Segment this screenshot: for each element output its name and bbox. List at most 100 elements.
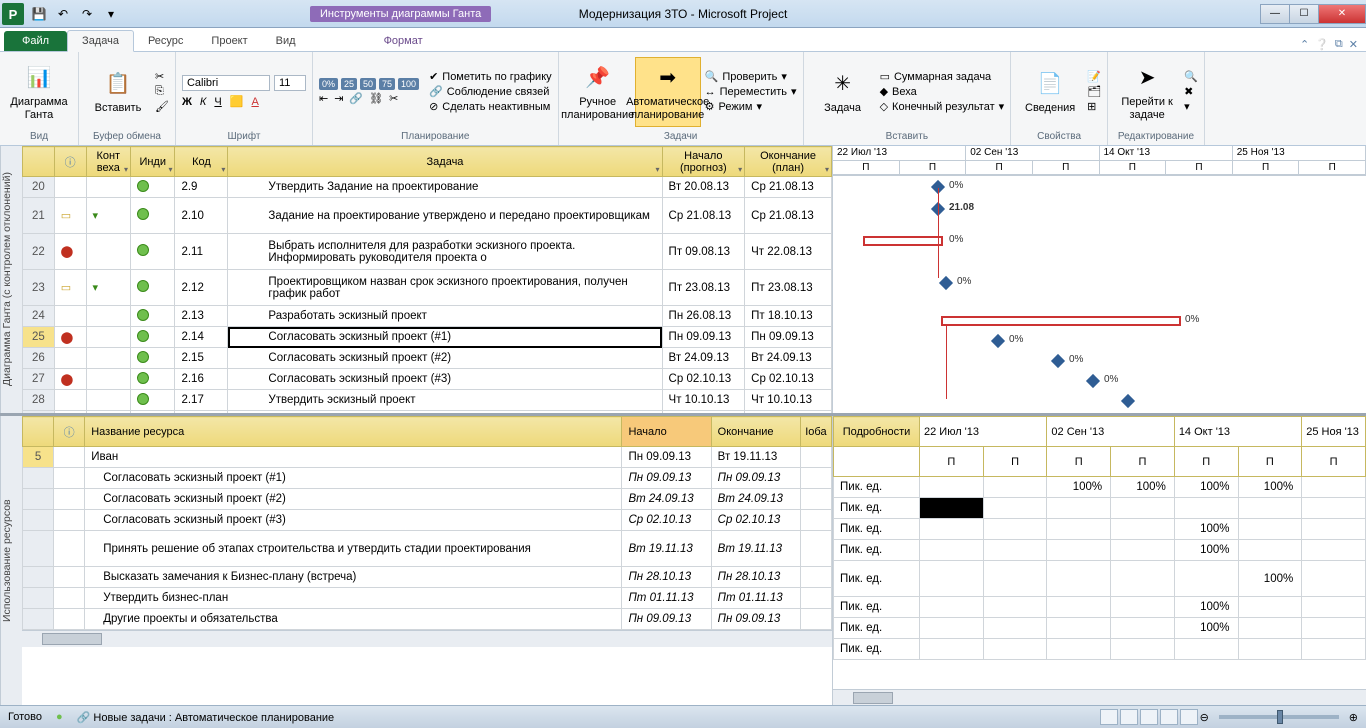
- fill-icon[interactable]: ▾: [1184, 100, 1198, 113]
- pct-cell[interactable]: [983, 540, 1047, 561]
- cell-start[interactable]: Пн 09.09.13: [622, 447, 711, 468]
- cell-start[interactable]: Пн 26.08.13: [662, 306, 745, 327]
- cell-add[interactable]: [800, 588, 831, 609]
- cell-assignment-name[interactable]: Другие проекты и обязательства: [85, 609, 622, 630]
- pct-50-button[interactable]: 50: [360, 78, 376, 90]
- inactivate-button[interactable]: Сделать неактивным: [442, 101, 550, 113]
- cell-indicator[interactable]: [131, 348, 175, 369]
- cell-info[interactable]: [54, 447, 85, 468]
- pct-cell[interactable]: [920, 597, 984, 618]
- cell-task[interactable]: Выбрать исполнителя для разработки эскиз…: [228, 234, 662, 270]
- cell-milestone[interactable]: ▾: [86, 198, 130, 234]
- redo-icon[interactable]: ↷: [76, 3, 98, 25]
- cell-task[interactable]: Проектировщиком назван срок эскизного пр…: [228, 270, 662, 306]
- cell-finish[interactable]: Пт 18.10.13: [745, 306, 832, 327]
- cell-code[interactable]: 2.18: [175, 411, 228, 414]
- pct-cell[interactable]: [983, 561, 1047, 597]
- cell-indicator[interactable]: [131, 327, 175, 348]
- cell-finish[interactable]: Ср 21.08.13: [745, 198, 832, 234]
- cell-add[interactable]: [800, 489, 831, 510]
- pct-cell[interactable]: [1111, 540, 1175, 561]
- pct-cell[interactable]: [1238, 498, 1302, 519]
- row-number[interactable]: 23: [23, 270, 55, 306]
- cell-code[interactable]: 2.13: [175, 306, 228, 327]
- cell-code[interactable]: 2.12: [175, 270, 228, 306]
- cell-finish[interactable]: Чт 22.08.13: [745, 234, 832, 270]
- scroll-to-task-button[interactable]: ➤Перейти к задаче: [1114, 57, 1180, 127]
- cell-finish[interactable]: Пт 23.08.13: [745, 270, 832, 306]
- zoom-out-button[interactable]: ⊖: [1200, 711, 1209, 724]
- cell-assignment-name[interactable]: Принять решение об этапах строительства …: [85, 531, 622, 567]
- cell-start[interactable]: Пн 21.10.13: [662, 411, 745, 414]
- pct-cell[interactable]: [920, 519, 984, 540]
- view-team-button[interactable]: [1140, 709, 1158, 725]
- tab-view[interactable]: Вид: [262, 31, 310, 51]
- insert-task-button[interactable]: ✳Задача: [810, 57, 876, 127]
- col-indicator[interactable]: Инди▾: [131, 147, 175, 177]
- cell-code[interactable]: 2.15: [175, 348, 228, 369]
- cell-info[interactable]: [54, 177, 86, 198]
- cell-start[interactable]: Пн 09.09.13: [662, 327, 745, 348]
- cell-milestone[interactable]: [86, 234, 130, 270]
- cell-add[interactable]: [800, 531, 831, 567]
- row-number[interactable]: 20: [23, 177, 55, 198]
- cell-start[interactable]: Пн 28.10.13: [622, 567, 711, 588]
- cell-info[interactable]: [54, 489, 85, 510]
- row-number[interactable]: 26: [23, 348, 55, 369]
- row-number[interactable]: [23, 468, 54, 489]
- pct-cell[interactable]: 100%: [1047, 477, 1111, 498]
- pct-cell[interactable]: 100%: [1174, 618, 1238, 639]
- pct-cell[interactable]: [1174, 561, 1238, 597]
- cell-details[interactable]: Пик. ед.: [834, 540, 920, 561]
- pct-cell[interactable]: [1111, 618, 1175, 639]
- cell-info[interactable]: [54, 348, 86, 369]
- cell-finish[interactable]: Ср 21.08.13: [745, 177, 832, 198]
- view-gantt-button[interactable]: [1100, 709, 1118, 725]
- link-icon[interactable]: 🔗: [349, 92, 363, 105]
- cell-details[interactable]: Пик. ед.: [834, 477, 920, 498]
- cell-start[interactable]: Вт 20.08.13: [662, 177, 745, 198]
- cell-milestone[interactable]: [86, 177, 130, 198]
- row-number[interactable]: 25: [23, 327, 55, 348]
- view-usage-button[interactable]: [1120, 709, 1138, 725]
- pct-cell[interactable]: [920, 618, 984, 639]
- pct-cell[interactable]: [1302, 561, 1366, 597]
- tab-resource[interactable]: Ресурс: [134, 31, 197, 51]
- pct-cell[interactable]: [1238, 618, 1302, 639]
- font-color-button[interactable]: А: [251, 96, 258, 108]
- row-number[interactable]: 29: [23, 411, 55, 414]
- top-view-bar[interactable]: Диаграмма Ганта (с контролем отклонений): [0, 146, 22, 413]
- pct-cell[interactable]: [983, 618, 1047, 639]
- pct-cell[interactable]: [1238, 597, 1302, 618]
- row-number[interactable]: [23, 567, 54, 588]
- italic-button[interactable]: К: [200, 96, 206, 108]
- cell-finish[interactable]: Пн 09.09.13: [711, 468, 800, 489]
- pct-cell[interactable]: [920, 477, 984, 498]
- cell-start[interactable]: Пт 09.08.13: [662, 234, 745, 270]
- gantt-view-button[interactable]: 📊Диаграмма Ганта: [6, 57, 72, 127]
- pct-cell[interactable]: [1238, 519, 1302, 540]
- pct-cell[interactable]: [1047, 597, 1111, 618]
- row-number[interactable]: [23, 588, 54, 609]
- clear-icon[interactable]: ✖: [1184, 85, 1198, 98]
- col-finish[interactable]: Окончание (план)▾: [745, 147, 832, 177]
- restore-window-icon[interactable]: ⧉: [1335, 38, 1343, 51]
- cell-finish[interactable]: Вт 19.11.13: [711, 447, 800, 468]
- pct-cell[interactable]: [1302, 540, 1366, 561]
- pct-cell[interactable]: [1047, 519, 1111, 540]
- row-number[interactable]: 28: [23, 390, 55, 411]
- cell-info[interactable]: ⬤: [54, 234, 86, 270]
- tab-task[interactable]: Задача: [67, 30, 134, 52]
- indent-icon[interactable]: ⇥: [334, 92, 343, 105]
- pct-cell[interactable]: [1238, 639, 1302, 660]
- pct-cell[interactable]: [1174, 498, 1238, 519]
- save-icon[interactable]: 💾: [28, 3, 50, 25]
- tab-project[interactable]: Проект: [197, 31, 261, 51]
- cell-milestone[interactable]: [86, 327, 130, 348]
- cell-milestone[interactable]: [86, 411, 130, 414]
- cell-info[interactable]: ⬤: [54, 369, 86, 390]
- cell-code[interactable]: 2.9: [175, 177, 228, 198]
- col-res-finish[interactable]: Окончание: [711, 417, 800, 447]
- cell-finish[interactable]: Пн 09.09.13: [711, 609, 800, 630]
- summary-button[interactable]: Суммарная задача: [894, 71, 991, 83]
